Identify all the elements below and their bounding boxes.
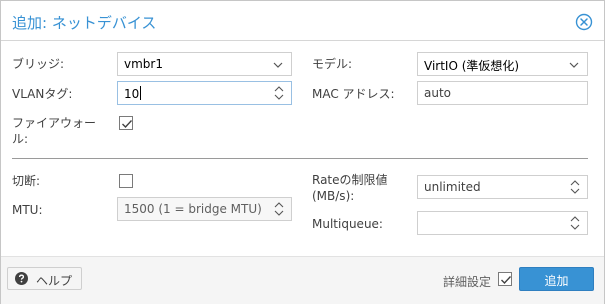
help-button[interactable]: ヘルプ bbox=[7, 267, 82, 290]
disconnect-checkbox[interactable] bbox=[119, 174, 133, 188]
text-caret bbox=[140, 86, 142, 100]
mac-address-input[interactable]: auto bbox=[417, 81, 588, 105]
rate-limit-label-line2: (MB/s): bbox=[312, 189, 355, 203]
firewall-checkbox[interactable] bbox=[119, 116, 133, 130]
spinner-icon[interactable] bbox=[570, 215, 580, 231]
chevron-down-icon bbox=[569, 62, 579, 68]
model-value: VirtIO (準仮想化) bbox=[424, 59, 520, 73]
vlan-tag-value: 10 bbox=[124, 87, 140, 101]
vlan-tag-label: VLANタグ: bbox=[12, 87, 73, 101]
checkmark-icon bbox=[501, 276, 512, 285]
add-network-device-dialog: 追加: ネットデバイス ブリッジ: vmbr1 VLANタグ: 10 ファイアウ… bbox=[0, 0, 605, 304]
bridge-label: ブリッジ: bbox=[12, 57, 65, 71]
advanced-checkbox[interactable] bbox=[498, 272, 512, 286]
bridge-value: vmbr1 bbox=[124, 57, 163, 71]
mtu-value: 1500 (1 = bridge MTU) bbox=[124, 202, 262, 216]
bridge-select[interactable]: vmbr1 bbox=[117, 52, 292, 76]
chevron-down-icon bbox=[273, 62, 283, 68]
advanced-label: 詳細設定 bbox=[443, 275, 492, 289]
firewall-label-line2: ル: bbox=[12, 132, 29, 146]
vlan-tag-input[interactable]: 10 bbox=[117, 81, 292, 105]
rate-limit-input[interactable]: unlimited bbox=[417, 175, 588, 199]
multiqueue-input[interactable] bbox=[417, 211, 588, 235]
dialog-title: 追加: ネットデバイス bbox=[12, 14, 157, 32]
mac-address-value: auto bbox=[424, 86, 452, 100]
spinner-icon[interactable] bbox=[274, 85, 284, 101]
add-button-label: 追加 bbox=[544, 274, 569, 288]
spinner-icon[interactable] bbox=[274, 201, 284, 217]
model-label: モデル: bbox=[312, 57, 353, 71]
mtu-input[interactable]: 1500 (1 = bridge MTU) bbox=[117, 197, 292, 221]
disconnect-label: 切断: bbox=[12, 174, 41, 188]
model-select[interactable]: VirtIO (準仮想化) bbox=[417, 52, 588, 76]
mtu-label: MTU: bbox=[12, 203, 43, 217]
rate-limit-value: unlimited bbox=[424, 180, 481, 194]
help-button-label: ヘルプ bbox=[36, 274, 73, 288]
mac-address-label: MAC アドレス: bbox=[312, 87, 395, 101]
add-button[interactable]: 追加 bbox=[519, 267, 594, 291]
section-divider bbox=[12, 158, 588, 159]
rate-limit-label-line1: Rateの制限値 bbox=[312, 173, 388, 187]
dialog-header: 追加: ネットデバイス bbox=[1, 1, 604, 41]
spinner-icon[interactable] bbox=[570, 179, 580, 195]
firewall-label-line1: ファイアウォー bbox=[12, 116, 97, 130]
checkmark-icon bbox=[122, 120, 133, 129]
dialog-footer: ヘルプ 詳細設定 追加 bbox=[1, 256, 604, 304]
multiqueue-label: Multiqueue: bbox=[312, 217, 383, 231]
close-icon[interactable] bbox=[575, 13, 593, 31]
question-circle-icon bbox=[15, 272, 28, 285]
